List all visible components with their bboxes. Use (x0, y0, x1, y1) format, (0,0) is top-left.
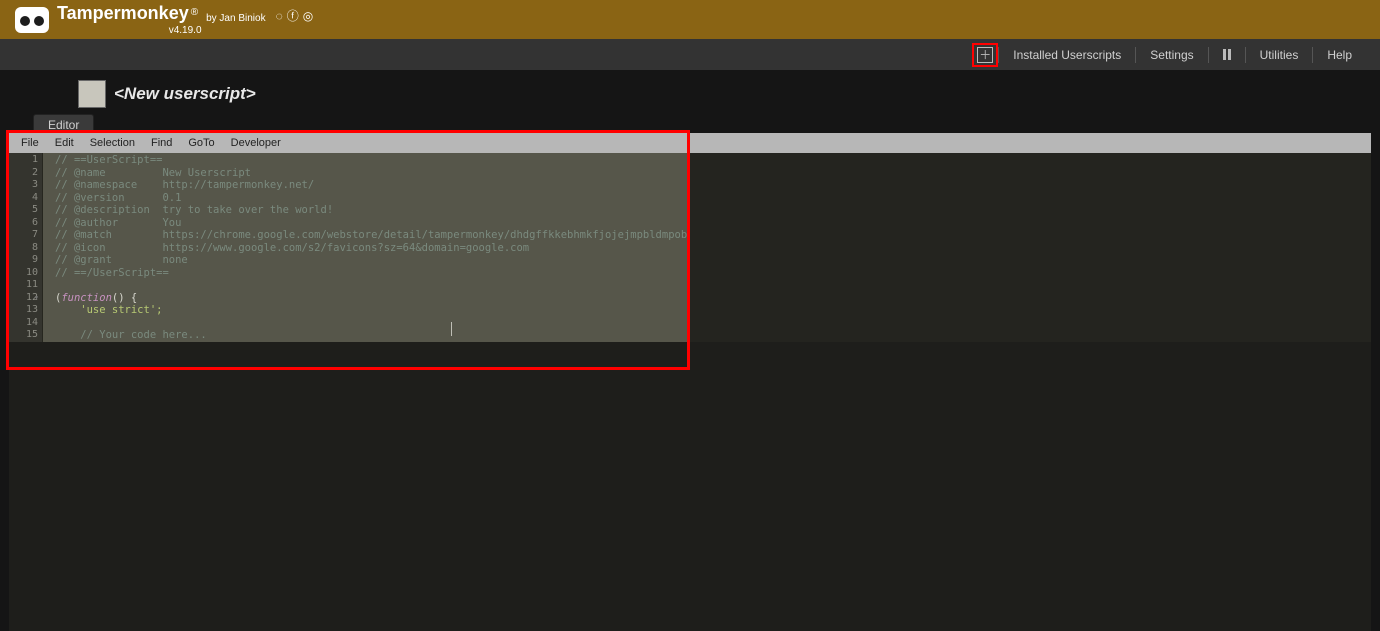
code-line: // @grant none (55, 254, 188, 266)
line-number: 11 (9, 279, 38, 292)
line-number: 3 (9, 179, 38, 192)
code-line: // @match https://chrome.google.com/webs… (55, 229, 712, 241)
line-number: 12 (9, 292, 38, 305)
code-line: // @namespace http://tampermonkey.net/ (55, 179, 314, 191)
brand-text: Tampermonkey® by Jan Biniok ◌ ⓕ ◎ v4.19.… (57, 3, 313, 36)
line-number: 7 (9, 229, 38, 242)
code-line: 'use strict'; (55, 304, 162, 316)
code-line: // @version 0.1 (55, 192, 181, 204)
brand-registered: ® (191, 7, 198, 18)
tab-editor[interactable]: Editor (33, 114, 94, 135)
line-number: 9 (9, 254, 38, 267)
line-number-gutter: 1 2 3 4 5 6 7 8 9 10 11 12 13 14 15 16 (9, 153, 43, 342)
nav-installed-userscripts[interactable]: Installed Userscripts (999, 39, 1135, 70)
main-nav: ＋ Installed Userscripts Settings Utiliti… (0, 39, 1380, 70)
line-number: 4 (9, 192, 38, 205)
plus-icon: ＋ (979, 49, 991, 61)
line-number: 15 (9, 329, 38, 342)
instagram-icon[interactable]: ◎ (303, 9, 313, 23)
code-line: // @description try to take over the wor… (55, 204, 333, 216)
brand-author: by Jan Biniok (206, 13, 265, 24)
line-number: 13 (9, 304, 38, 317)
script-title: <New userscript> (114, 84, 256, 104)
nav-pause-button[interactable] (1209, 39, 1245, 70)
add-script-button-highlight: ＋ (972, 43, 998, 67)
tampermonkey-logo-icon (15, 7, 49, 33)
script-icon (78, 80, 106, 108)
code-line: // ==UserScript== (55, 154, 162, 166)
brand-version: v4.19.0 (57, 25, 313, 36)
add-script-button[interactable]: ＋ (977, 47, 993, 63)
github-icon[interactable]: ◌ (276, 9, 283, 23)
line-number: 8 (9, 242, 38, 255)
brand-bar: Tampermonkey® by Jan Biniok ◌ ⓕ ◎ v4.19.… (0, 0, 1380, 39)
menu-selection[interactable]: Selection (82, 137, 143, 149)
menu-edit[interactable]: Edit (47, 137, 82, 149)
line-number: 5 (9, 204, 38, 217)
code-line: // @author You (55, 217, 181, 229)
editor-empty-region[interactable] (9, 342, 1371, 631)
line-number: 6 (9, 217, 38, 230)
facebook-icon[interactable]: ⓕ (287, 7, 299, 24)
code-line: // Your code here... (55, 329, 207, 341)
nav-help[interactable]: Help (1313, 39, 1366, 70)
brand-title: Tampermonkey (57, 3, 189, 24)
menu-goto[interactable]: GoTo (180, 137, 222, 149)
editor-right-region[interactable] (688, 153, 1371, 342)
nav-utilities[interactable]: Utilities (1246, 39, 1313, 70)
code-token: function (61, 292, 112, 304)
nav-settings[interactable]: Settings (1136, 39, 1207, 70)
line-number: 10 (9, 267, 38, 280)
line-number: 2 (9, 167, 38, 180)
code-line: // ==/UserScript== (55, 267, 169, 279)
code-line: // @icon https://www.google.com/s2/favic… (55, 242, 529, 254)
line-number: 1 (9, 154, 38, 167)
script-title-area: <New userscript> (0, 74, 1380, 114)
editor-menu-bar: File Edit Selection Find GoTo Developer (9, 133, 1371, 153)
menu-developer[interactable]: Developer (223, 137, 289, 149)
menu-find[interactable]: Find (143, 137, 180, 149)
code-line: // @name New Userscript (55, 167, 251, 179)
menu-file[interactable]: File (13, 137, 47, 149)
text-cursor-icon (451, 322, 452, 336)
code-token: () { (112, 292, 137, 304)
brand-social-icons: ◌ ⓕ ◎ (276, 7, 314, 24)
line-number: 14 (9, 317, 38, 330)
editor-tab-row: Editor (0, 115, 1380, 135)
